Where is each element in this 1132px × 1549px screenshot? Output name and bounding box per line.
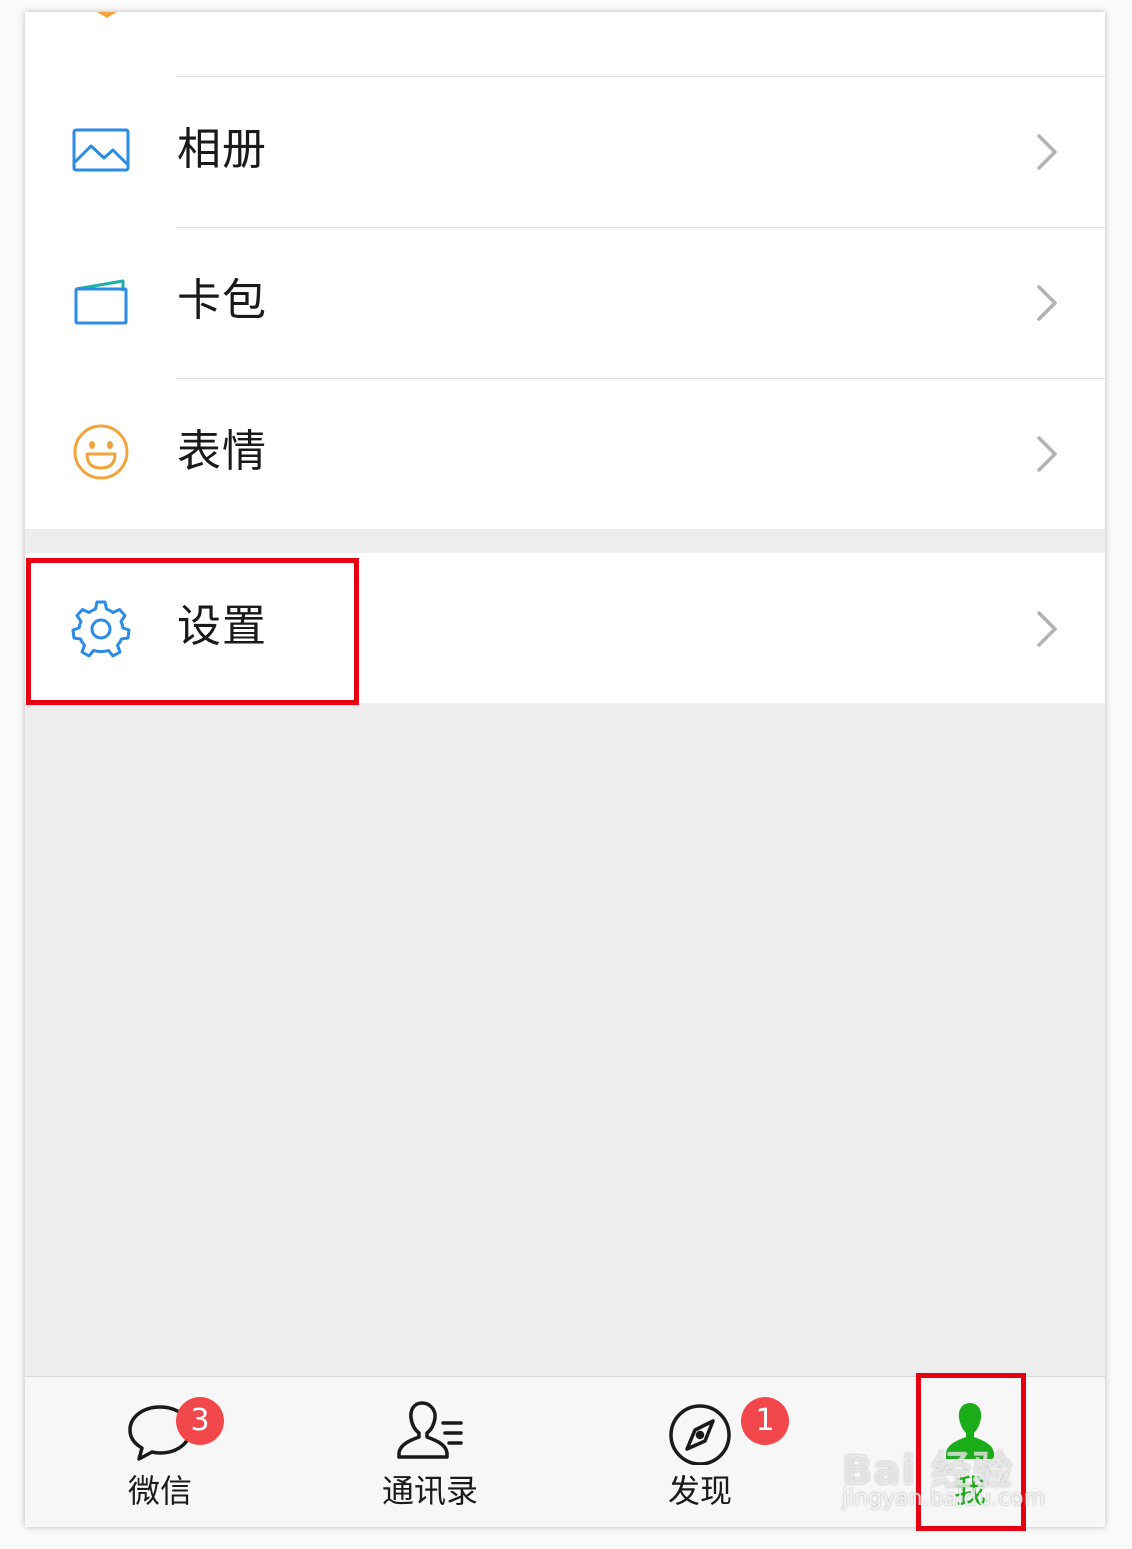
watermark-url: jingyan.baidu.com	[842, 1486, 1046, 1511]
menu-item-label: 相册	[177, 124, 267, 175]
chevron-right-icon	[1037, 436, 1057, 472]
chevron-right-icon	[1037, 134, 1057, 170]
chevron-right-icon	[1037, 611, 1057, 647]
compass-icon	[669, 1404, 731, 1465]
settings-highlight-box	[26, 558, 359, 705]
divider	[176, 378, 1105, 379]
menu-item-cards[interactable]: 卡包	[25, 227, 1105, 377]
unread-badge: 3	[176, 1397, 224, 1445]
contacts-icon	[397, 1401, 463, 1459]
divider	[176, 227, 1105, 228]
menu-item-label: 表情	[177, 426, 267, 477]
chevron-right-icon	[1037, 285, 1057, 321]
smiley-face-icon	[73, 424, 129, 480]
screenshot-frame: 相册 卡包 表情 设置 3 微信 通讯录 1 发现 我 Bai 经验 jingy…	[0, 0, 1132, 1549]
wechat-me-screen: 相册 卡包 表情 设置 3 微信 通讯录 1 发现 我	[25, 12, 1105, 1527]
menu-group: 相册 卡包 表情	[25, 12, 1105, 529]
unread-badge: 1	[741, 1397, 789, 1445]
previous-item-icon-peek	[97, 12, 117, 18]
tab-contacts[interactable]: 通讯录	[295, 1377, 565, 1527]
tab-label: 发现	[667, 1472, 732, 1510]
tab-discover[interactable]: 1 发现	[565, 1377, 835, 1527]
photo-album-icon	[72, 128, 130, 172]
tab-wechat[interactable]: 3 微信	[25, 1377, 295, 1527]
divider	[176, 76, 1105, 77]
tab-label: 通讯录	[381, 1472, 478, 1510]
tab-label: 微信	[127, 1472, 192, 1510]
menu-item-stickers[interactable]: 表情	[25, 378, 1105, 528]
card-wallet-icon	[74, 279, 128, 325]
menu-item-album[interactable]: 相册	[25, 76, 1105, 226]
menu-item-label: 卡包	[177, 275, 267, 326]
